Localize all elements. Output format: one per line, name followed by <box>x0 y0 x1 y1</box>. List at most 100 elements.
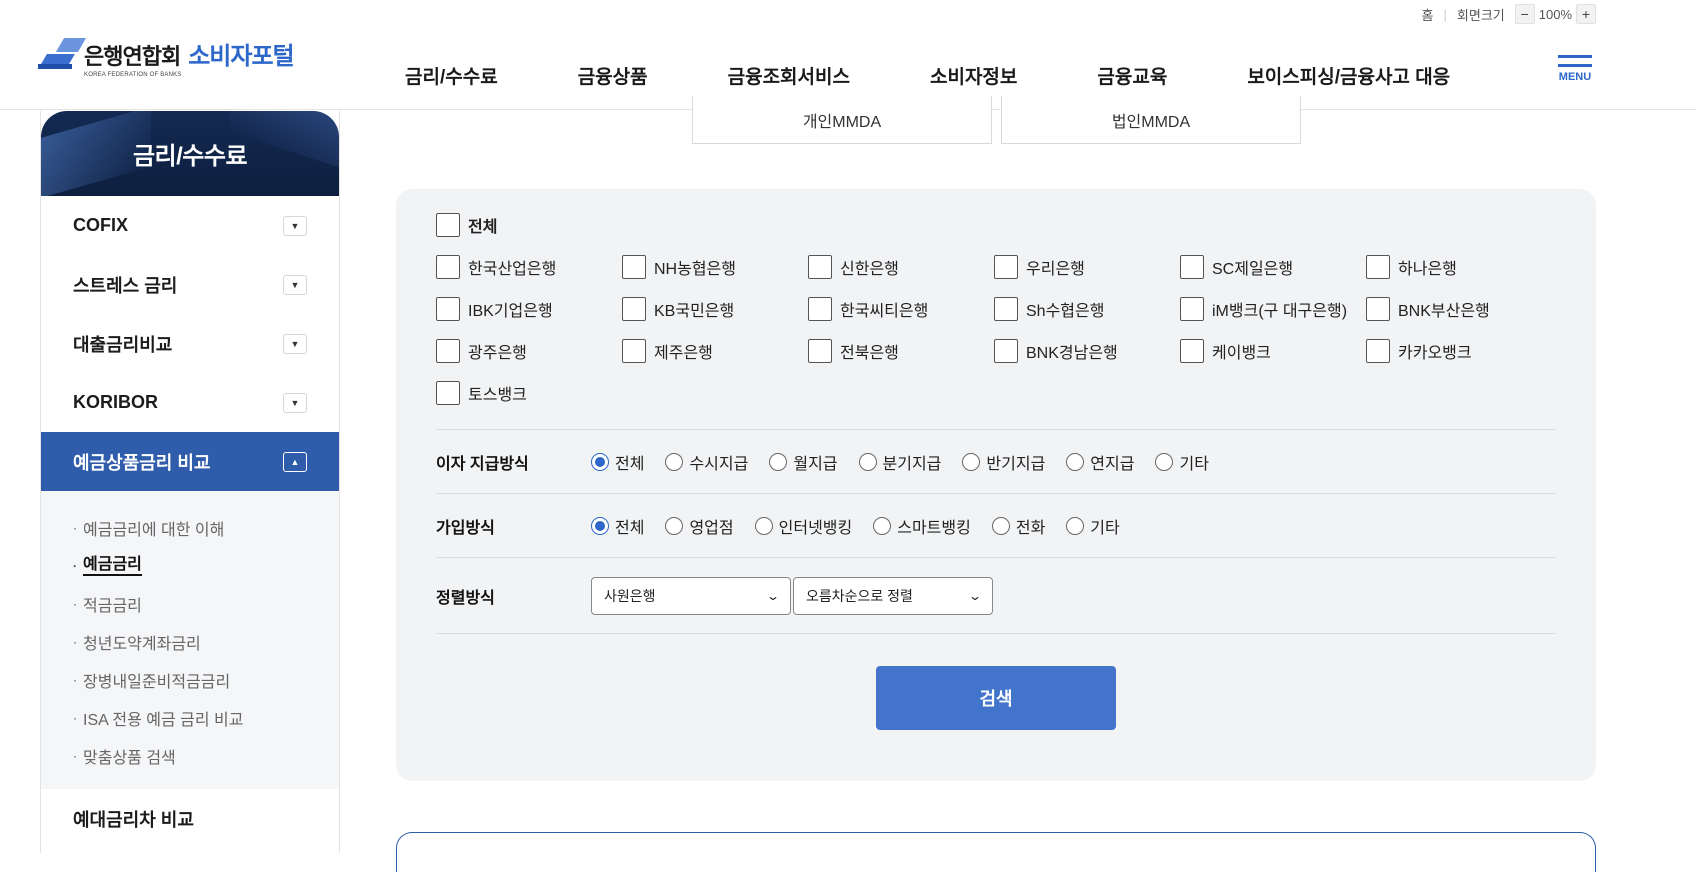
checkbox[interactable] <box>1180 297 1204 321</box>
bank-checkbox[interactable]: 카카오뱅크 <box>1366 339 1552 363</box>
radio-icon[interactable] <box>873 516 892 535</box>
bank-checkbox[interactable]: NH농협은행 <box>622 255 808 279</box>
radio-join-all[interactable]: 전체 <box>591 514 644 538</box>
sidebar-item-deposit-rate[interactable]: 예금상품금리 비교 ▲ <box>41 432 339 491</box>
radio-icon[interactable] <box>769 452 788 471</box>
checkbox[interactable] <box>436 297 460 321</box>
radio-icon[interactable] <box>1066 452 1085 471</box>
radio-join-smart[interactable]: 스마트뱅킹 <box>873 514 971 538</box>
checkbox[interactable] <box>1366 255 1390 279</box>
sub-item-youth-leap-rate[interactable]: · 청년도약계좌금리 <box>73 623 339 661</box>
bank-checkbox[interactable]: 한국산업은행 <box>436 255 622 279</box>
nav-consumer-info[interactable]: 소비자정보 <box>930 62 1017 89</box>
checkbox[interactable] <box>994 339 1018 363</box>
nav-rates-fees[interactable]: 금리/수수료 <box>405 62 498 89</box>
radio-interest-other[interactable]: 기타 <box>1155 450 1209 474</box>
radio-interest-all[interactable]: 전체 <box>591 450 644 474</box>
radio-icon[interactable] <box>665 516 684 535</box>
sort-order-select[interactable]: 오름차순으로 정렬 ⌄ <box>793 576 993 615</box>
radio-interest-annual[interactable]: 연지급 <box>1066 450 1134 474</box>
bank-checkbox[interactable]: 전북은행 <box>808 339 994 363</box>
bank-checkbox[interactable]: IBK기업은행 <box>436 297 622 321</box>
join-method-label: 가입방식 <box>436 519 495 537</box>
bank-checkbox[interactable]: SC제일은행 <box>1180 255 1366 279</box>
bank-checkbox[interactable]: BNK경남은행 <box>994 339 1180 363</box>
bank-checkbox[interactable]: 한국씨티은행 <box>808 297 994 321</box>
tab-personal-mmda[interactable]: 개인MMDA <box>692 96 992 144</box>
bank-checkbox[interactable]: 제주은행 <box>622 339 808 363</box>
search-button[interactable]: 검색 <box>876 666 1116 730</box>
sub-item-soldier-savings-rate[interactable]: · 장병내일준비적금금리 <box>73 661 339 699</box>
radio-icon[interactable] <box>1066 516 1085 535</box>
radio-join-branch[interactable]: 영업점 <box>665 514 734 538</box>
chevron-down-icon[interactable]: ▼ <box>283 392 307 413</box>
chevron-down-icon[interactable]: ▼ <box>283 333 307 354</box>
bank-check-all[interactable]: 전체 <box>436 213 1556 237</box>
sidebar-item-koribor[interactable]: KORIBOR ▼ <box>41 373 339 432</box>
bank-checkbox[interactable]: Sh수협은행 <box>994 297 1180 321</box>
bank-checkbox[interactable]: 신한은행 <box>808 255 994 279</box>
radio-selected-icon[interactable] <box>591 516 609 535</box>
checkbox[interactable] <box>436 213 460 237</box>
chevron-down-icon[interactable]: ▼ <box>283 274 307 295</box>
sub-item-custom-search[interactable]: · 맞춤상품 검색 <box>73 737 339 775</box>
sub-item-deposit-understanding[interactable]: · 예금금리에 대한 이해 <box>73 509 339 547</box>
checkbox[interactable] <box>1180 255 1204 279</box>
checkbox[interactable] <box>808 255 832 279</box>
checkbox[interactable] <box>622 255 646 279</box>
radio-interest-monthly[interactable]: 월지급 <box>769 450 838 474</box>
sidebar-item-spread-compare[interactable]: 예대금리차 비교 <box>41 789 339 848</box>
radio-join-phone[interactable]: 전화 <box>991 514 1045 538</box>
radio-icon[interactable] <box>991 516 1010 535</box>
bank-checkbox[interactable]: iM뱅크(구 대구은행) <box>1180 297 1366 321</box>
nav-voice-phishing[interactable]: 보이스피싱/금융사고 대응 <box>1247 62 1450 89</box>
bank-checkbox[interactable]: 광주은행 <box>436 339 622 363</box>
radio-selected-icon[interactable] <box>591 452 609 471</box>
menu-button[interactable]: MENU <box>1558 55 1592 83</box>
bank-checkbox[interactable]: 토스뱅크 <box>436 381 622 405</box>
checkbox[interactable] <box>808 339 832 363</box>
checkbox[interactable] <box>994 297 1018 321</box>
sub-item-deposit-rate[interactable]: · 예금금리 <box>73 547 339 585</box>
radio-interest-semiannual[interactable]: 반기지급 <box>962 450 1045 474</box>
nav-inquiry-services[interactable]: 금융조회서비스 <box>728 62 850 89</box>
checkbox[interactable] <box>436 255 460 279</box>
radio-icon[interactable] <box>962 452 981 471</box>
chevron-up-icon[interactable]: ▲ <box>283 451 307 472</box>
radio-icon[interactable] <box>858 452 877 471</box>
checkbox[interactable] <box>622 297 646 321</box>
sidebar-item-loan-rate[interactable]: 대출금리비교 ▼ <box>41 314 339 373</box>
sidebar-item-label: 대출금리비교 <box>73 334 173 355</box>
tab-corporate-mmda[interactable]: 법인MMDA <box>1001 96 1301 144</box>
checkbox[interactable] <box>808 297 832 321</box>
nav-financial-education[interactable]: 금융교육 <box>1097 62 1167 89</box>
radio-join-internet[interactable]: 인터넷뱅킹 <box>754 514 852 538</box>
radio-interest-anytime[interactable]: 수시지급 <box>665 450 748 474</box>
checkbox[interactable] <box>1366 339 1390 363</box>
checkbox[interactable] <box>1366 297 1390 321</box>
checkbox[interactable] <box>622 339 646 363</box>
bank-checkbox[interactable]: BNK부산은행 <box>1366 297 1552 321</box>
radio-interest-quarterly[interactable]: 분기지급 <box>858 450 941 474</box>
radio-icon[interactable] <box>665 452 684 471</box>
checkbox[interactable] <box>436 339 460 363</box>
sidebar-item-stress-rate[interactable]: 스트레스 금리 ▼ <box>41 255 339 314</box>
bank-checkbox[interactable]: 우리은행 <box>994 255 1180 279</box>
chevron-down-icon[interactable]: ▼ <box>283 215 307 236</box>
sub-item-savings-rate[interactable]: · 적금금리 <box>73 585 339 623</box>
checkbox[interactable] <box>1180 339 1204 363</box>
nav-financial-products[interactable]: 금융상품 <box>578 62 648 89</box>
sub-item-isa-rate[interactable]: · ISA 전용 예금 금리 비교 <box>73 699 339 737</box>
sort-bank-select[interactable]: 사원은행 ⌄ <box>591 576 791 615</box>
bank-checkbox[interactable]: 케이뱅크 <box>1180 339 1366 363</box>
radio-icon[interactable] <box>754 516 773 535</box>
site-logo[interactable]: 은행연합회 소비자포털 KOREA FEDERATION OF BANKS <box>38 34 295 80</box>
bank-checkbox[interactable]: 하나은행 <box>1366 255 1552 279</box>
checkbox[interactable] <box>436 381 460 405</box>
radio-join-other[interactable]: 기타 <box>1066 514 1120 538</box>
bank-checkbox[interactable]: KB국민은행 <box>622 297 808 321</box>
checkbox[interactable] <box>994 255 1018 279</box>
join-method-radios: 전체 영업점 인터넷뱅킹 스마트뱅킹 전화 기타 <box>591 514 1141 538</box>
radio-icon[interactable] <box>1155 452 1174 471</box>
sidebar-item-cofix[interactable]: COFIX ▼ <box>41 196 339 255</box>
